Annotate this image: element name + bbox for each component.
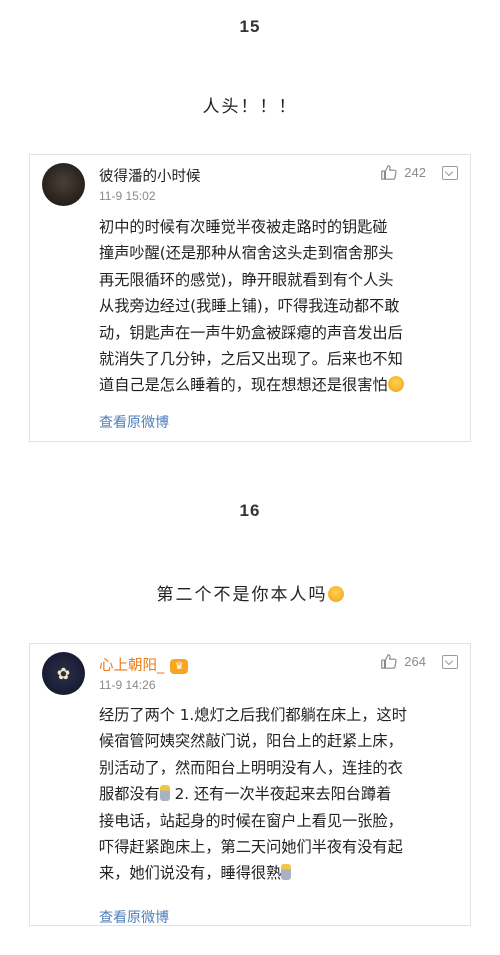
timestamp: 11-9 14:26 <box>99 678 156 692</box>
candle-emoji-icon <box>159 785 170 802</box>
comment-line-text: 来，她们说没有，睡得很熟 <box>99 864 282 883</box>
thumbs-up-icon <box>381 165 397 180</box>
comment-line: 动，钥匙声在一声牛奶盒被踩瘪的声音发出后 <box>99 323 403 342</box>
timestamp: 11-9 15:02 <box>99 189 156 203</box>
comment-line: 别活动了，然而阳台上明明没有人，连挂的衣 <box>99 758 403 777</box>
avatar[interactable] <box>42 163 85 206</box>
comment-body: 经历了两个 1.熄灯之后我们都躺在床上，这时 候宿管阿姨突然敲门说，阳台上的赶紧… <box>99 702 471 887</box>
flower-icon: ✿ <box>56 663 71 683</box>
like-button[interactable]: 242 <box>380 163 426 181</box>
comment-line: 来，她们说没有，睡得很熟 <box>99 860 471 886</box>
comment-line: 吓得赶紧跑床上，第二天问她们半夜有没有起 <box>99 838 403 857</box>
crown-badge-icon: ♛ <box>170 659 189 674</box>
view-original-link[interactable]: 查看原微博 <box>99 907 169 927</box>
comment-line: 经历了两个 1.熄灯之后我们都躺在床上，这时 <box>99 706 407 724</box>
username[interactable]: 彼得潘的小时候 <box>99 165 201 186</box>
scream-emoji-icon <box>387 376 404 393</box>
chevron-down-icon[interactable] <box>442 655 458 669</box>
comment-line-text: 服都没有 <box>99 785 160 804</box>
thumbs-up-icon <box>381 654 397 669</box>
comment-line: 就消失了几分钟，之后又出现了。后来也不知 <box>99 350 403 369</box>
section-caption-text: 第二个不是你本人吗 <box>156 585 328 605</box>
section-caption: 第二个不是你本人吗 <box>0 580 500 605</box>
laughing-emoji-icon <box>327 586 344 602</box>
chevron-down-icon[interactable] <box>442 166 458 180</box>
section-number: 16 <box>239 501 261 520</box>
comment-line: 从我旁边经过(我睡上铺)，吓得我连动都不敢 <box>99 297 400 316</box>
comment-line-text: 2. 还有一次半夜起来去阳台蹲着 <box>169 785 392 804</box>
comment-line: 撞声吵醒(还是那种从宿舍这头走到宿舍那头 <box>99 244 394 263</box>
comment-line: 服都没有 2. 还有一次半夜起来去阳台蹲着 <box>99 781 471 807</box>
comment-body: 初中的时候有次睡觉半夜被走路时的钥匙碰 撞声吵醒(还是那种从宿舍这头走到宿舍那头… <box>99 214 471 399</box>
like-count: 264 <box>404 653 426 669</box>
username[interactable]: 心上朝阳_ ♛ <box>99 654 189 675</box>
comment-line: 接电话，站起身的时候在窗户上看见一张脸， <box>99 811 403 830</box>
comment-card: 彼得潘的小时候 11-9 15:02 242 初中的时候有次睡觉半夜被走路时的钥… <box>29 154 471 442</box>
comment-line: 候宿管阿姨突然敲门说，阳台上的赶紧上床， <box>99 732 403 751</box>
candle-emoji-icon <box>281 864 292 881</box>
section-number: 15 <box>239 17 261 36</box>
comment-line: 再无限循环的感觉)，睁开眼就看到有个人头 <box>99 270 394 289</box>
view-original-link[interactable]: 查看原微博 <box>99 412 169 432</box>
comment-line: 道自己是怎么睡着的，现在想想还是很害怕 <box>99 372 471 398</box>
like-button[interactable]: 264 <box>380 652 426 670</box>
avatar[interactable]: ✿ <box>42 652 85 695</box>
like-count: 242 <box>404 164 426 180</box>
username-text: 心上朝阳_ <box>99 658 165 674</box>
comment-line: 初中的时候有次睡觉半夜被走路时的钥匙碰 <box>99 218 388 236</box>
comment-card: ✿ 心上朝阳_ ♛ 11-9 14:26 264 经历了两个 1.熄灯之后我们都躺… <box>29 643 471 926</box>
section-caption: 人头！！！ <box>202 97 298 117</box>
comment-line-text: 道自己是怎么睡着的，现在想想还是很害怕 <box>99 376 388 395</box>
